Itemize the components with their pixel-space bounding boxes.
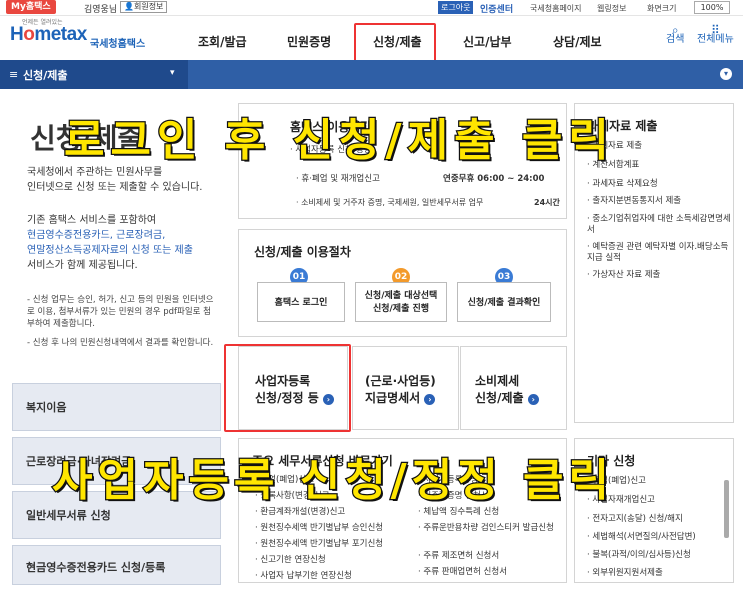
caption-bottom: 사업자등록 신청/정정 클릭 bbox=[51, 454, 614, 508]
note-line: 로 이용, 첨부서류가 있는 민원의 경우 pdf파일로 첨 bbox=[27, 307, 211, 317]
arrow-right-icon: › bbox=[527, 394, 539, 405]
desc-line-1: 기존 홈택스 서비스를 포함하여 bbox=[27, 215, 157, 226]
note-line: - 신청 후 나의 민원신청내역에서 결과를 확인합니다. bbox=[27, 338, 214, 348]
desc-line-2: 서비스가 함께 제공됩니다. bbox=[27, 260, 138, 271]
right-link[interactable]: · 중소기업취업자에 대한 소득세감면명세서 bbox=[587, 214, 732, 236]
usage-line: · 소비제세 및 거주자 증명, 국제세원, 일반세무서류 업무 bbox=[296, 198, 484, 207]
doc-link[interactable]: · 원천징수세액 반기별납부 포기신청 bbox=[255, 537, 383, 549]
doc-link[interactable]: · 주류 판매업면허 신청서 bbox=[418, 565, 507, 577]
doc-link[interactable]: · 주류운반용차량 검인스티커 발급신청 bbox=[418, 521, 558, 533]
caption-top: 로그인 후 신청/제출 클릭 bbox=[63, 114, 615, 168]
consumption-tax-card[interactable]: 소비제세 신청/제출 › bbox=[460, 346, 567, 430]
section-menu-label: 신청/제출 bbox=[23, 69, 68, 82]
chevron-down-icon: ▾ bbox=[170, 68, 175, 78]
intro-line-2: 인터넷으로 신청 또는 제출할 수 있습니다. bbox=[27, 182, 203, 193]
zoom-value: 100% bbox=[700, 3, 724, 12]
usage-time: 연중무휴 06:00 ~ 24:00 bbox=[443, 174, 545, 184]
user-name: 김영웅님 bbox=[84, 5, 118, 15]
right-link[interactable]: · 세법해석(서면질의/사전답변) bbox=[587, 532, 696, 543]
scrollbar[interactable] bbox=[724, 480, 729, 538]
card-line-1: (근로·사업등) bbox=[365, 374, 436, 388]
hometax-logo[interactable]: Hometax bbox=[10, 24, 87, 46]
right-link[interactable]: · 전자고지(송달) 신청/해지 bbox=[587, 514, 683, 525]
doc-link[interactable]: · 사업자 납부기한 연장신청 bbox=[255, 569, 352, 581]
right-link[interactable]: · 예탁증권 관련 예탁자별 이자.배당소득 지급 실적 bbox=[587, 242, 732, 264]
search-label: 검색 bbox=[666, 34, 685, 45]
logout-button[interactable]: 로그아웃 bbox=[438, 1, 474, 14]
highlight-box-card bbox=[224, 344, 351, 432]
right-link[interactable]: · 외부위원지원서제출 bbox=[587, 568, 663, 579]
step-box: 신청/제출 대상선택 신청/제출 진행 bbox=[355, 282, 447, 322]
card-line-2: 지급명세서 › bbox=[365, 390, 458, 407]
right-link[interactable]: · 과세자료 삭제요청 bbox=[587, 179, 727, 190]
payment-statement-card[interactable]: (근로·사업등) 지급명세서 › bbox=[352, 346, 459, 430]
usage-line: · 휴·폐업 및 재개업신고 bbox=[296, 174, 380, 184]
nav-inquiry[interactable]: 조회/발급 bbox=[198, 33, 247, 50]
web-info-link[interactable]: 웹링정보 bbox=[597, 3, 626, 14]
my-hometax-link[interactable]: My홈택스 bbox=[6, 0, 56, 14]
desc-blue-1: 현금영수증전용카드, 근로장려금, bbox=[27, 230, 166, 241]
note-line: - 신청 업무는 승인, 허가, 신고 등의 민원을 인터넷으 bbox=[27, 295, 214, 305]
zoom-control[interactable]: 100% bbox=[694, 1, 730, 14]
member-info-label: 회원정보 bbox=[133, 2, 164, 11]
screen-size-label: 화면크기 bbox=[647, 4, 677, 13]
doc-link[interactable]: · 원천징수세액 반기별납부 승인신청 bbox=[255, 521, 383, 533]
right-link[interactable]: · 출자지분변동통지서 제출 bbox=[587, 196, 727, 207]
card-line-1: 소비제세 bbox=[475, 374, 520, 388]
cash-receipt-card-button[interactable]: 현금영수증전용카드 신청/등록 bbox=[12, 545, 221, 585]
step-box: 홈택스 로그인 bbox=[257, 282, 345, 322]
logo-text: 국세청홈택스 bbox=[90, 39, 146, 50]
nav-report-pay[interactable]: 신고/납부 bbox=[463, 33, 512, 50]
expand-icon[interactable]: ▾ bbox=[720, 68, 732, 80]
search-button[interactable]: ⌕ 검색 bbox=[666, 24, 685, 45]
all-menu-button[interactable]: ⠿ 전체메뉴 bbox=[697, 24, 734, 45]
step-box: 신청/제출 결과확인 bbox=[457, 282, 551, 322]
nav-consult[interactable]: 상담/제보 bbox=[553, 33, 602, 50]
desc-blue-2: 연말정산소득공제자료의 신청 또는 제출 bbox=[27, 245, 193, 256]
doc-link[interactable]: · 신고기한 연장신청 bbox=[255, 553, 326, 565]
member-info-button[interactable]: 👤회원정보 bbox=[120, 1, 168, 13]
nts-home-link[interactable]: 국세청홈페이지 bbox=[530, 3, 582, 14]
card-line-2-text: 신청/제출 bbox=[475, 391, 524, 405]
doc-link[interactable]: · 주류 제조면허 신청서 bbox=[418, 549, 499, 561]
all-menu-label: 전체메뉴 bbox=[697, 34, 734, 45]
nav-certificate[interactable]: 민원증명 bbox=[287, 33, 331, 50]
usage-time: 24시간 bbox=[534, 198, 560, 207]
process-title: 신청/제출 이용절차 bbox=[254, 245, 351, 259]
menu-icon: ≡ bbox=[9, 68, 19, 81]
card-line-2-text: 지급명세서 bbox=[365, 391, 421, 405]
right-link[interactable]: · 불복(과적/이의/심사등)신청 bbox=[587, 550, 691, 561]
welfare-button[interactable]: 복지이음 bbox=[12, 383, 221, 431]
cert-center-link[interactable]: 인증센터 bbox=[480, 2, 513, 15]
arrow-right-icon: › bbox=[424, 394, 436, 405]
card-line-2: 신청/제출 › bbox=[475, 390, 566, 407]
note-line: 부하여 제출합니다. bbox=[27, 319, 95, 329]
right-link[interactable]: · 가상자산 자료 제출 bbox=[587, 270, 727, 281]
